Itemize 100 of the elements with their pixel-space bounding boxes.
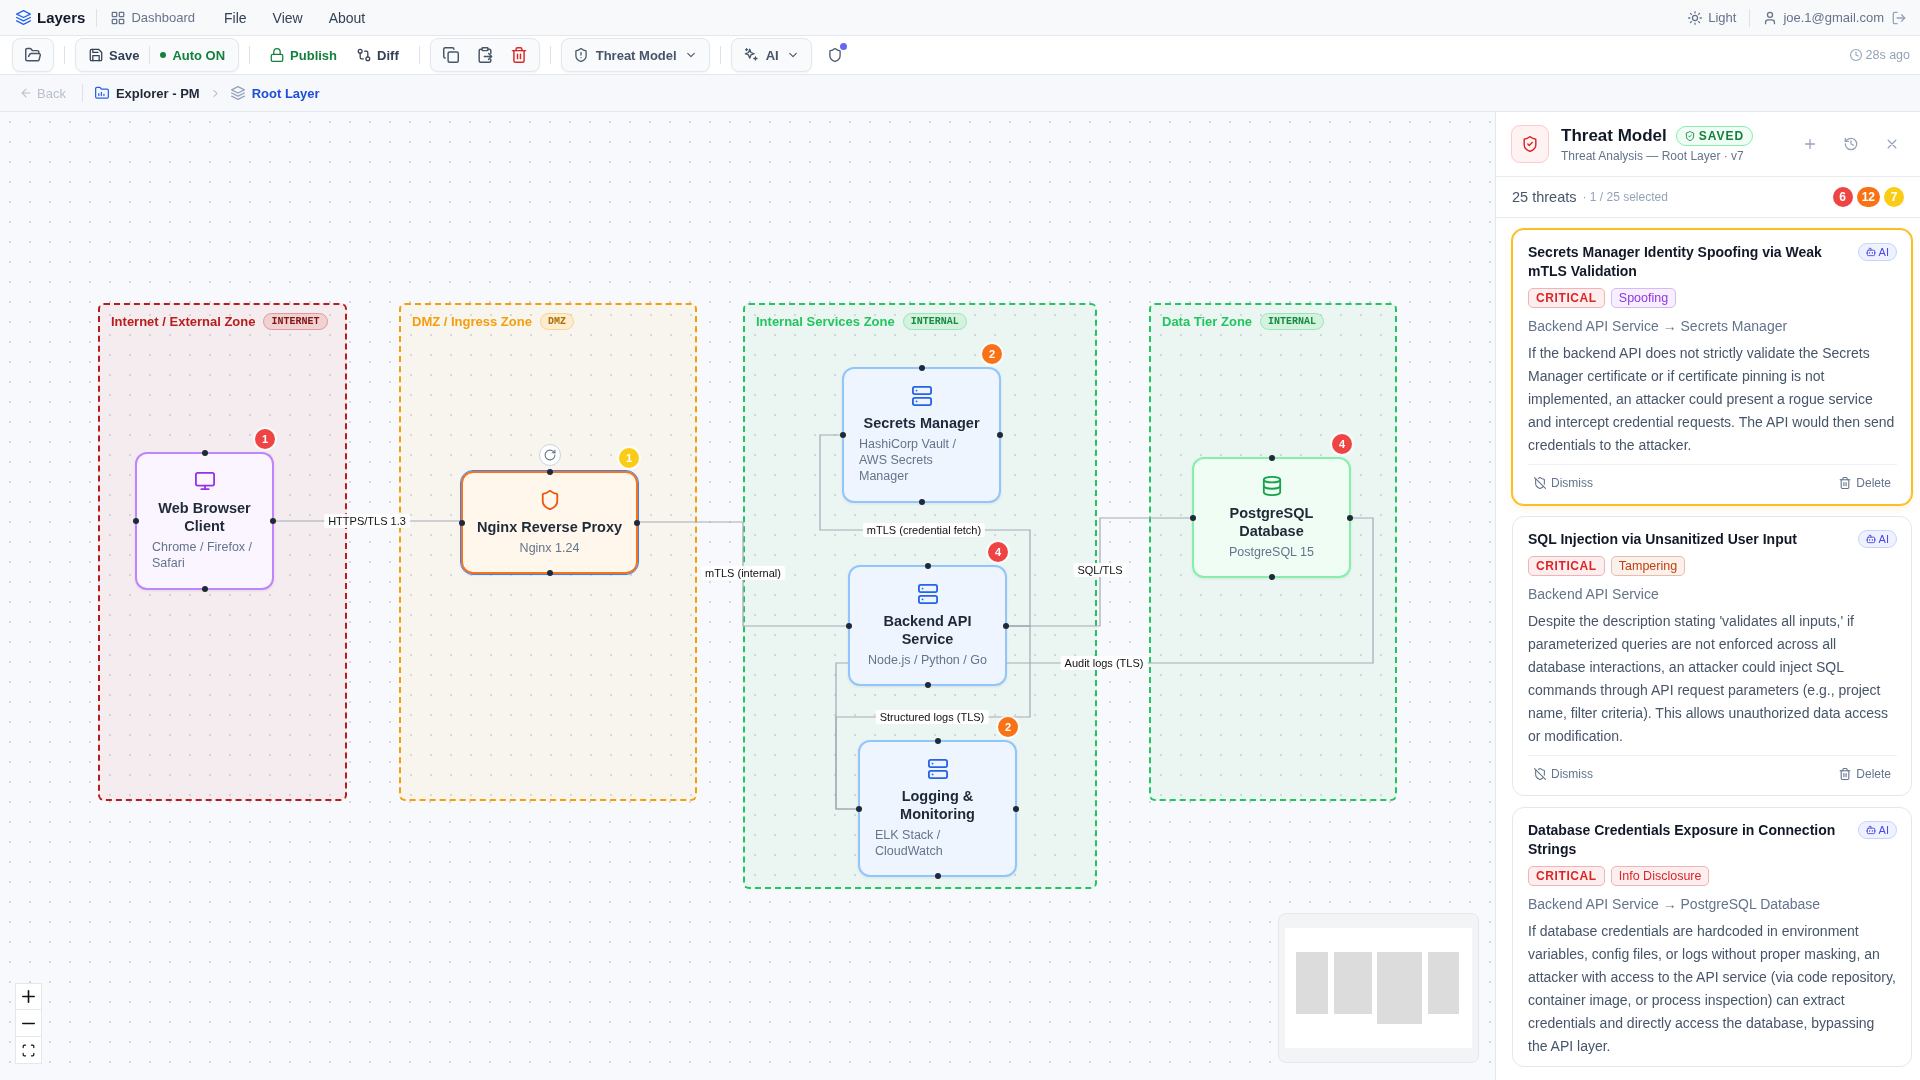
- connection-handle[interactable]: [1347, 514, 1353, 521]
- dismiss-button[interactable]: Dismiss: [1534, 470, 1593, 496]
- edge-label: mTLS (credential fetch): [862, 523, 986, 537]
- connection-handle[interactable]: [918, 499, 925, 505]
- ai-label: AI: [1878, 246, 1889, 258]
- database-icon: [1261, 475, 1282, 496]
- zone-tag: INTERNET: [263, 313, 328, 330]
- minus-icon: [22, 1021, 35, 1025]
- status-dot-icon: [160, 52, 167, 58]
- open-button[interactable]: [12, 38, 54, 72]
- connection-handle[interactable]: [918, 365, 925, 371]
- plus-icon: [1803, 137, 1817, 151]
- severity-count: 12: [1856, 187, 1880, 207]
- delete-button[interactable]: Delete: [1839, 470, 1891, 496]
- connection-handle[interactable]: [201, 450, 208, 456]
- threat-target: Backend API Service → Secrets Manager: [1528, 318, 1789, 334]
- zone-title: Internal Services Zone: [756, 314, 895, 329]
- connection-handle[interactable]: [997, 432, 1003, 438]
- ai-dropdown[interactable]: AI: [730, 38, 812, 72]
- threat-title: Secrets Manager Identity Spoofing via Weak mTLS Validation: [1528, 243, 1823, 281]
- dismiss-button[interactable]: Dismiss: [1534, 761, 1593, 787]
- shield-slash-icon: [1534, 477, 1546, 489]
- robot-icon: [1865, 247, 1876, 257]
- diff-button[interactable]: Diff: [347, 40, 409, 70]
- edge-label: mTLS (internal): [701, 566, 785, 580]
- clock-icon: [1849, 49, 1862, 61]
- account-button[interactable]: joe.1@gmail.com: [1763, 10, 1884, 25]
- sun-icon: [1688, 10, 1703, 25]
- menu-item[interactable]: About: [328, 9, 366, 26]
- node-title: Logging & Monitoring: [899, 786, 976, 823]
- fit-view-icon: [22, 1043, 35, 1057]
- history-icon: [1844, 137, 1858, 151]
- save-button[interactable]: Save: [79, 40, 150, 70]
- shield-icon: [539, 489, 560, 510]
- severity-tag: CRITICAL: [1528, 288, 1605, 308]
- node-title: Secrets Manager: [863, 414, 980, 432]
- ai-label: AI: [1878, 533, 1889, 545]
- node-subtitle: PostgreSQL 15: [1228, 543, 1315, 560]
- connection-handle[interactable]: [846, 622, 852, 629]
- category-tag: Info Disclosure: [1610, 866, 1710, 886]
- connection-handle[interactable]: [840, 432, 846, 438]
- node-title: Nginx Reverse Proxy: [476, 517, 623, 536]
- connection-handle[interactable]: [1268, 574, 1275, 580]
- connection-handle[interactable]: [924, 682, 931, 688]
- menu-item[interactable]: File: [224, 9, 247, 26]
- threat-count-badge: 1: [619, 448, 639, 468]
- threat-card[interactable]: [1512, 807, 1912, 1067]
- last-saved-time: 28s ago: [1865, 48, 1910, 62]
- connection-handle[interactable]: [924, 563, 931, 569]
- connection-handle[interactable]: [634, 519, 640, 526]
- rotate-icon: [543, 449, 556, 461]
- threat-target: Backend API Service → PostgreSQL Database: [1528, 896, 1822, 912]
- shield-alert-icon: [573, 48, 588, 62]
- connection-handle[interactable]: [546, 570, 553, 576]
- nav-link[interactable]: Dashboard: [111, 10, 195, 25]
- edge-label: Audit logs (TLS): [1060, 656, 1148, 670]
- grid-icon: [111, 10, 126, 25]
- threat-card[interactable]: [1512, 516, 1912, 796]
- connection-handle[interactable]: [133, 518, 139, 524]
- breadcrumb-item[interactable]: Root Layer: [230, 85, 320, 101]
- zone-tag: INTERNAL: [902, 313, 967, 330]
- connection-handle[interactable]: [270, 518, 276, 524]
- server-icon: [927, 758, 948, 779]
- connection-handle[interactable]: [934, 738, 941, 744]
- connection-handle[interactable]: [934, 873, 941, 879]
- threat-count-badge: 2: [998, 717, 1018, 737]
- threat-description: If the backend API does not strictly validate the Secrets Manager certificate or if certificate pinning is not implemented, an attacker could present a rogue service and intercept credential requests. The API would then send credentials to the attacker.: [1528, 344, 1896, 455]
- arrow-left-icon: [20, 87, 32, 99]
- connection-handle[interactable]: [856, 805, 862, 812]
- clipboard-arrow-icon: [476, 47, 493, 63]
- edge-label: HTTPS/TLS 1.3: [324, 514, 410, 528]
- publish-button[interactable]: Publish: [260, 40, 348, 70]
- threat-count: 25 threats: [1512, 189, 1577, 205]
- delete-button[interactable]: Delete: [1839, 761, 1891, 787]
- server-icon: [917, 583, 938, 604]
- user-icon: [1763, 10, 1778, 25]
- logout-icon: [1892, 10, 1906, 25]
- threat-card[interactable]: [1512, 229, 1912, 505]
- connection-handle[interactable]: [1003, 622, 1009, 629]
- trash-icon: [1839, 477, 1852, 489]
- theme-toggle[interactable]: Light: [1688, 10, 1737, 25]
- folder-open-icon: [25, 47, 41, 63]
- connection-handle[interactable]: [1013, 805, 1019, 812]
- panel-title: Threat Model: [1561, 125, 1667, 146]
- connection-handle[interactable]: [201, 586, 208, 592]
- lock-icon: [270, 48, 285, 62]
- folder-icon: [94, 86, 109, 100]
- shield-icon: [827, 48, 842, 62]
- connection-handle[interactable]: [1190, 514, 1196, 521]
- connection-handle[interactable]: [1268, 455, 1275, 461]
- connection-handle[interactable]: [459, 519, 465, 526]
- autosave-toggle[interactable]: Auto ON: [150, 40, 236, 70]
- threat-model-dropdown[interactable]: Threat Model: [560, 38, 710, 72]
- breadcrumb-item[interactable]: Explorer - PM: [94, 85, 200, 101]
- fit-view-button[interactable]: [15, 1037, 42, 1064]
- connection-handle[interactable]: [546, 469, 553, 475]
- zoom-in-button[interactable]: [15, 983, 42, 1010]
- compare-icon: [357, 48, 372, 62]
- app-name: Layers: [37, 9, 86, 26]
- menu-item[interactable]: View: [272, 9, 303, 26]
